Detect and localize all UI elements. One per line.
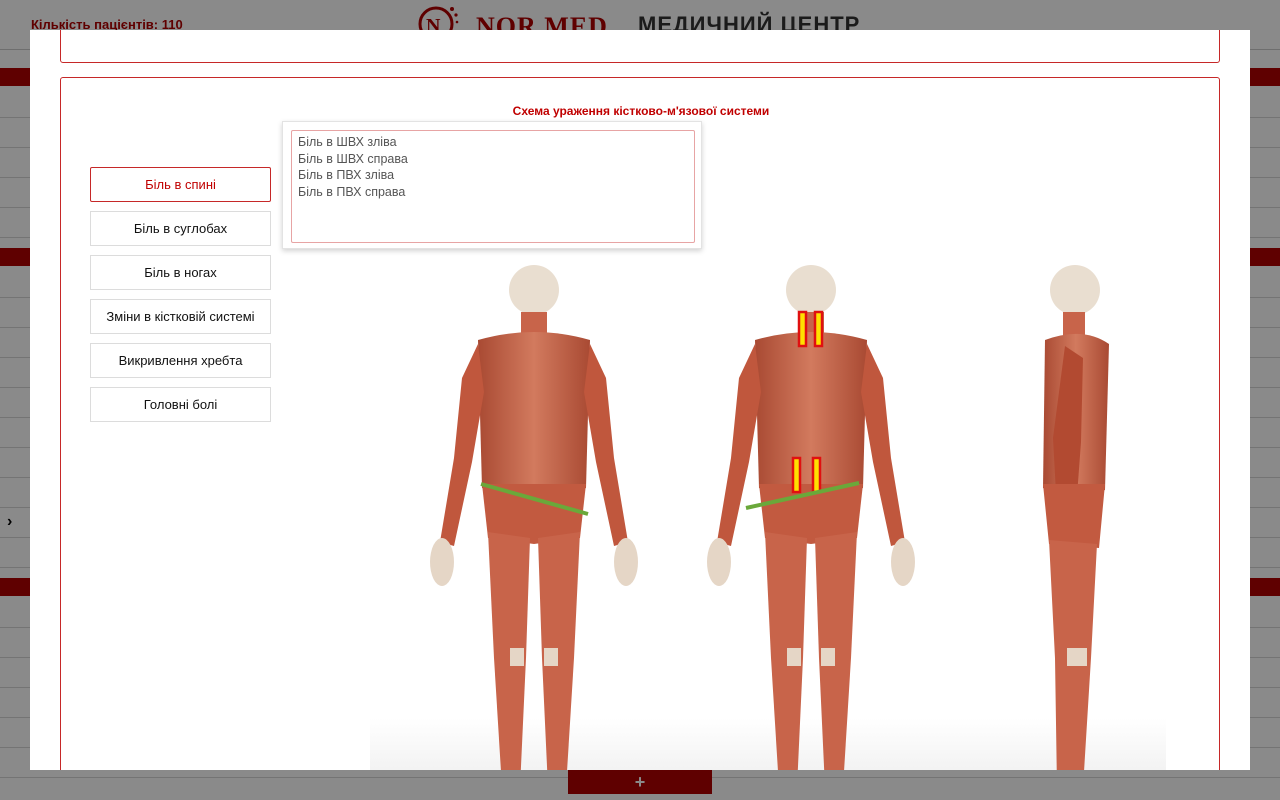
symptom-option[interactable]: Біль в ПВХ справа — [298, 184, 688, 201]
category-leg-pain-button[interactable]: Біль в ногах — [90, 255, 271, 290]
musculoskeletal-scheme-panel: Схема ураження кістково-м'язової системи… — [60, 77, 1220, 770]
category-bone-changes-button[interactable]: Зміни в кістковій системі — [90, 299, 271, 334]
body-figures — [370, 178, 1166, 770]
neck-marker-left[interactable] — [797, 310, 808, 348]
lumbar-marker-right[interactable] — [811, 456, 822, 494]
category-spine-curvature-button[interactable]: Викривлення хребта — [90, 343, 271, 378]
category-headaches-button[interactable]: Головні болі — [90, 387, 271, 422]
symptom-popup: Біль в ШВХ зліва Біль в ШВХ справа Біль … — [282, 121, 702, 249]
symptom-listbox[interactable]: Біль в ШВХ зліва Біль в ШВХ справа Біль … — [291, 130, 695, 243]
symptom-option[interactable]: Біль в ШВХ зліва — [298, 134, 688, 151]
neck-marker-right[interactable] — [813, 310, 824, 348]
category-joint-pain-button[interactable]: Біль в суглобах — [90, 211, 271, 246]
category-list: Біль в спині Біль в суглобах Біль в нога… — [90, 167, 271, 431]
category-back-pain-button[interactable]: Біль в спині — [90, 167, 271, 202]
scheme-title: Схема ураження кістково-м'язової системи — [512, 104, 770, 118]
modal-dialog: Схема ураження кістково-м'язової системи… — [30, 30, 1250, 770]
symptom-option[interactable]: Біль в ПВХ зліва — [298, 167, 688, 184]
previous-section — [60, 30, 1220, 63]
lumbar-marker-left[interactable] — [791, 456, 802, 494]
symptom-option[interactable]: Біль в ШВХ справа — [298, 151, 688, 168]
